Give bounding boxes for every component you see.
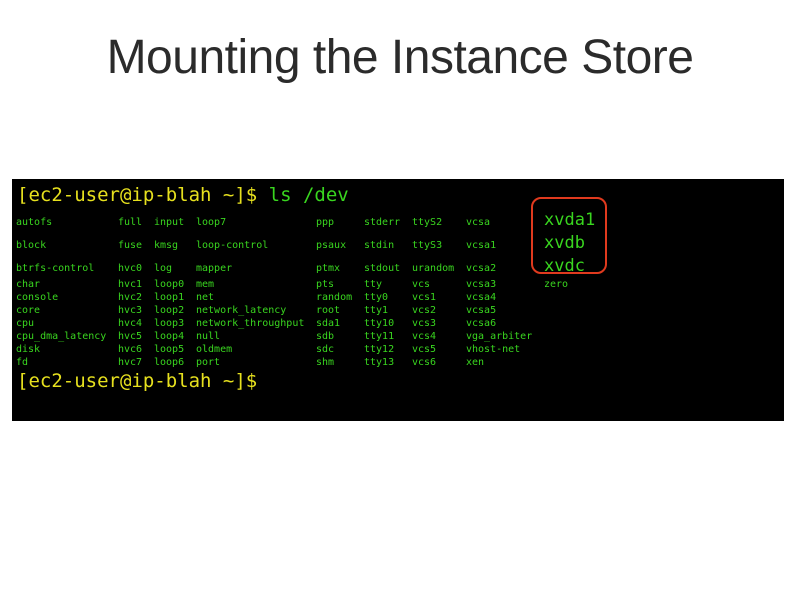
dev-entry: vcs4 — [412, 331, 437, 342]
dev-entry: cpu_dma_latency — [16, 331, 107, 342]
dev-entry: zero — [544, 279, 569, 290]
dev-entry: vcs1 — [412, 292, 437, 303]
dev-entry: vcs5 — [412, 344, 437, 355]
dev-entry: stdout — [364, 263, 401, 274]
highlight-box — [531, 197, 607, 274]
dev-entry: loop5 — [154, 344, 185, 355]
dev-entry: network_throughput — [196, 318, 305, 329]
dev-entry: hvc7 — [118, 357, 143, 368]
dev-entry: root — [316, 305, 341, 316]
dev-entry: hvc0 — [118, 263, 143, 274]
dev-entry: port — [196, 357, 221, 368]
dev-entry: vcsa — [466, 217, 491, 228]
dev-entry: tty13 — [364, 357, 395, 368]
dev-entry: fuse — [118, 240, 143, 251]
dev-entry: oldmem — [196, 344, 233, 355]
dev-entry: tty1 — [364, 305, 389, 316]
dev-entry: tty10 — [364, 318, 395, 329]
dev-entry: loop6 — [154, 357, 185, 368]
dev-entry: ptmx — [316, 263, 341, 274]
dev-entry: ppp — [316, 217, 335, 228]
dev-entry: btrfs-control — [16, 263, 95, 274]
command-prompt-line: [ec2-user@ip-blah ~]$ ls /dev — [17, 184, 349, 206]
dev-entry: pts — [316, 279, 335, 290]
command-text: ls /dev — [268, 184, 349, 206]
dev-entry: cpu — [16, 318, 35, 329]
dev-entry: xen — [466, 357, 485, 368]
dev-entry: sdb — [316, 331, 335, 342]
dev-entry: tty12 — [364, 344, 395, 355]
dev-entry: loop0 — [154, 279, 185, 290]
dev-entry: hvc1 — [118, 279, 143, 290]
dev-entry: random — [316, 292, 353, 303]
dev-entry: block — [16, 240, 47, 251]
dev-entry: tty11 — [364, 331, 395, 342]
dev-entry: autofs — [16, 217, 53, 228]
dev-entry: loop2 — [154, 305, 185, 316]
dev-entry: char — [16, 279, 41, 290]
dev-entry: vcsa2 — [466, 263, 497, 274]
dev-entry: sda1 — [316, 318, 341, 329]
dev-entry: sdc — [316, 344, 335, 355]
dev-entry: vcsa6 — [466, 318, 497, 329]
dev-entry: input — [154, 217, 185, 228]
dev-entry: null — [196, 331, 221, 342]
dev-entry: disk — [16, 344, 41, 355]
dev-entry: loop1 — [154, 292, 185, 303]
dev-entry: loop-control — [196, 240, 269, 251]
dev-entry: tty0 — [364, 292, 389, 303]
dev-entry: loop3 — [154, 318, 185, 329]
slide-title: Mounting the Instance Store — [106, 31, 694, 84]
dev-entry: loop4 — [154, 331, 185, 342]
dev-entry: net — [196, 292, 215, 303]
dev-entry: stderr — [364, 217, 401, 228]
dev-entry: ttyS3 — [412, 240, 443, 251]
dev-entry: vcsa4 — [466, 292, 497, 303]
dev-entry: hvc4 — [118, 318, 143, 329]
dev-entry: hvc3 — [118, 305, 143, 316]
dev-entry: fd — [16, 357, 29, 368]
dev-entry: psaux — [316, 240, 347, 251]
dev-entry: log — [154, 263, 173, 274]
dev-entry: kmsg — [154, 240, 179, 251]
dev-entry: ttyS2 — [412, 217, 443, 228]
dev-entry: vcs2 — [412, 305, 437, 316]
dev-entry: tty — [364, 279, 383, 290]
dev-entry: vhost-net — [466, 344, 521, 355]
dev-entry: vcs — [412, 279, 431, 290]
dev-entry: vcsa3 — [466, 279, 497, 290]
dev-entry: mem — [196, 279, 215, 290]
dev-entry: vcsa5 — [466, 305, 497, 316]
dev-entry: vcsa1 — [466, 240, 497, 251]
dev-entry: mapper — [196, 263, 233, 274]
prompt-host: [ec2-user@ip-blah ~]$ — [17, 184, 269, 206]
dev-entry: core — [16, 305, 41, 316]
dev-entry: urandom — [412, 263, 455, 274]
dev-entry: vcs6 — [412, 357, 437, 368]
dev-entry: loop7 — [196, 217, 227, 228]
dev-entry: vga_arbiter — [466, 331, 533, 342]
dev-entry: hvc2 — [118, 292, 143, 303]
dev-entry: stdin — [364, 240, 395, 251]
final-prompt-line: [ec2-user@ip-blah ~]$ — [17, 370, 257, 392]
dev-entry: full — [118, 217, 143, 228]
prompt-host-final: [ec2-user@ip-blah ~]$ — [17, 370, 258, 392]
dev-entry: hvc6 — [118, 344, 143, 355]
dev-entry: console — [16, 292, 59, 303]
dev-entry: hvc5 — [118, 331, 143, 342]
dev-entry: vcs3 — [412, 318, 437, 329]
dev-entry: network_latency — [196, 305, 287, 316]
terminal-window[interactable]: [ec2-user@ip-blah ~]$ ls /dev [ec2-user@… — [12, 179, 784, 421]
dev-entry: shm — [316, 357, 335, 368]
